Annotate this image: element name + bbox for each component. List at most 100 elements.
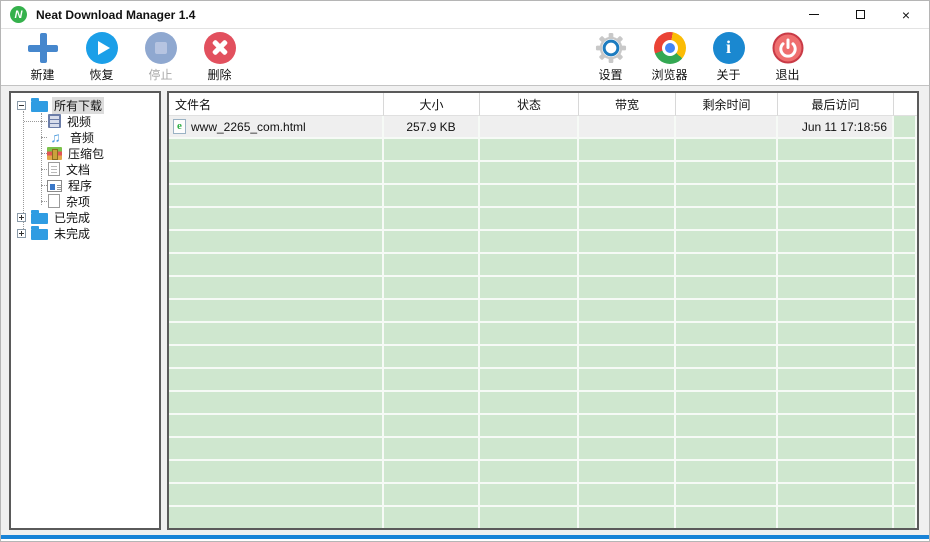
maximize-icon (856, 10, 865, 19)
column-header-time-left[interactable]: 剩余时间 (676, 93, 778, 116)
empty-cell (384, 346, 480, 369)
table-row-empty (169, 346, 917, 369)
delete-x-icon (204, 32, 236, 64)
column-header-last-access[interactable]: 最后访问 (778, 93, 894, 116)
column-header-status[interactable]: 状态 (480, 93, 579, 116)
title-bar: N Neat Download Manager 1.4 × (1, 1, 929, 29)
close-button[interactable]: × (883, 1, 929, 28)
empty-cell (169, 185, 384, 208)
empty-cell (384, 208, 480, 231)
empty-cell (676, 162, 778, 185)
archive-icon (47, 147, 62, 160)
new-download-button[interactable]: 新建 (13, 32, 72, 83)
table-row-empty (169, 231, 917, 254)
file-icon (48, 194, 60, 208)
toolbar: 新建 恢复 停止 删除 (1, 29, 929, 86)
stop-button[interactable]: 停止 (131, 32, 190, 83)
empty-cell (778, 139, 894, 162)
empty-cell (480, 185, 579, 208)
spacer-cell (894, 116, 917, 139)
empty-cell (676, 208, 778, 231)
empty-cell (169, 323, 384, 346)
expand-icon[interactable] (17, 213, 26, 222)
video-icon (48, 114, 61, 128)
empty-cell (894, 415, 917, 438)
sidebar-item-all-downloads[interactable]: 所有下载 (11, 97, 159, 113)
empty-cell (579, 415, 676, 438)
empty-cell (384, 323, 480, 346)
empty-cell (480, 438, 579, 461)
empty-cell (778, 392, 894, 415)
browser-label: 浏览器 (651, 66, 687, 83)
table-row-empty (169, 415, 917, 438)
delete-button[interactable]: 删除 (190, 32, 249, 83)
empty-cell (894, 208, 917, 231)
exit-button[interactable]: 退出 (758, 32, 817, 83)
table-row-empty (169, 323, 917, 346)
empty-cell (169, 208, 384, 231)
empty-cell (480, 346, 579, 369)
column-header-bandwidth[interactable]: 带宽 (579, 93, 676, 116)
minimize-button[interactable] (791, 1, 837, 28)
empty-cell (778, 507, 894, 530)
empty-cell (579, 461, 676, 484)
empty-cell (169, 392, 384, 415)
empty-cell (480, 277, 579, 300)
empty-cell (676, 277, 778, 300)
resume-button[interactable]: 恢复 (72, 32, 131, 83)
empty-cell (169, 300, 384, 323)
empty-cell (169, 438, 384, 461)
settings-button[interactable]: 设置 (581, 32, 640, 83)
empty-cell (480, 484, 579, 507)
empty-cell (894, 461, 917, 484)
empty-cell (384, 254, 480, 277)
empty-cell (579, 162, 676, 185)
sidebar-item-audio[interactable]: ♫ 音频 (11, 129, 159, 145)
sidebar-item-program[interactable]: 程序 (11, 177, 159, 193)
about-button[interactable]: i 关于 (699, 32, 758, 83)
status-cell (480, 116, 579, 139)
collapse-icon[interactable] (17, 101, 26, 110)
empty-cell (894, 369, 917, 392)
sidebar-item-completed[interactable]: 已完成 (11, 209, 159, 225)
empty-cell (579, 484, 676, 507)
sidebar-item-document[interactable]: 文档 (11, 161, 159, 177)
browser-button[interactable]: 浏览器 (640, 32, 699, 83)
plus-icon (27, 32, 59, 64)
table-row-empty (169, 438, 917, 461)
chrome-icon (654, 32, 686, 64)
empty-cell (169, 461, 384, 484)
sidebar-item-incomplete[interactable]: 未完成 (11, 225, 159, 241)
empty-cell (894, 277, 917, 300)
stop-icon (145, 32, 177, 64)
empty-cell (169, 162, 384, 185)
empty-cell (480, 415, 579, 438)
empty-cell (894, 300, 917, 323)
table-row-empty (169, 185, 917, 208)
empty-cell (169, 139, 384, 162)
empty-cell (894, 254, 917, 277)
column-header-spacer (894, 93, 917, 116)
sidebar-item-misc[interactable]: 杂项 (11, 193, 159, 209)
empty-cell (676, 346, 778, 369)
empty-cell (384, 185, 480, 208)
maximize-button[interactable] (837, 1, 883, 28)
empty-cell (778, 231, 894, 254)
empty-cell (676, 392, 778, 415)
column-header-size[interactable]: 大小 (384, 93, 480, 116)
tree-label: 音频 (68, 129, 96, 146)
empty-cell (480, 323, 579, 346)
sidebar-item-archive[interactable]: 压缩包 (11, 145, 159, 161)
empty-cell (384, 277, 480, 300)
resume-label: 恢复 (89, 66, 113, 83)
table-row-selected[interactable]: e www_2265_com.html 257.9 KB Jun 11 17:1… (169, 116, 917, 139)
column-header-filename[interactable]: 文件名 (169, 93, 384, 116)
tree-label: 压缩包 (66, 145, 106, 162)
empty-cell (579, 438, 676, 461)
sidebar-item-video[interactable]: 视频 (11, 113, 159, 129)
empty-cell (169, 277, 384, 300)
expand-icon[interactable] (17, 229, 26, 238)
size-cell: 257.9 KB (384, 116, 480, 139)
table-header: 文件名 大小 状态 带宽 剩余时间 最后访问 (169, 93, 917, 116)
folder-icon (31, 101, 48, 112)
